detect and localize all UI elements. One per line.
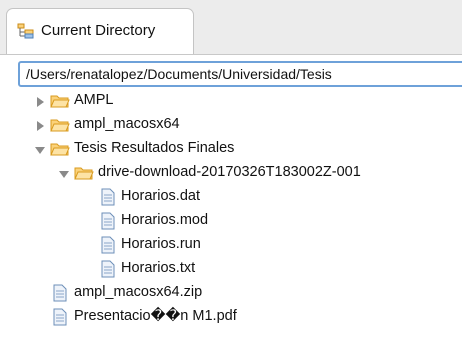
folder-open-icon [50, 141, 70, 157]
view-tab-bar: Current Directory [0, 0, 462, 55]
tree-item-file[interactable]: ampl_macosx64.zip [0, 282, 462, 306]
folder-tree-icon [17, 23, 35, 39]
text-file-icon [53, 308, 67, 326]
text-file-icon [53, 284, 67, 302]
tree-item-label: Horarios.run [121, 236, 201, 252]
tree-item-label: drive-download-20170326T183002Z-001 [98, 164, 361, 180]
folder-icon [50, 117, 70, 133]
expand-arrow-icon[interactable] [34, 95, 46, 107]
text-file-icon [101, 188, 115, 206]
tree-item-folder[interactable]: Tesis Resultados Finales [0, 138, 462, 162]
tree-item-label: Horarios.txt [121, 260, 196, 276]
tab-current-directory[interactable]: Current Directory [6, 8, 194, 54]
tree-item-label: Horarios.dat [121, 188, 200, 204]
path-input[interactable] [26, 66, 456, 82]
collapse-arrow-icon[interactable] [58, 167, 70, 179]
tree-item-file[interactable]: Presentacio��n M1.pdf [0, 306, 462, 330]
tree-item-file[interactable]: Horarios.run [0, 234, 462, 258]
tree-item-file[interactable]: Horarios.mod [0, 210, 462, 234]
text-file-icon [101, 260, 115, 278]
expand-arrow-icon[interactable] [34, 119, 46, 131]
tree-item-label: Horarios.mod [121, 212, 209, 228]
tree-item-folder[interactable]: drive-download-20170326T183002Z-001 [0, 162, 462, 186]
tree-item-file[interactable]: Horarios.txt [0, 258, 462, 282]
tree-item-label: ampl_macosx64 [74, 116, 180, 132]
tree-item-folder[interactable]: ampl_macosx64 [0, 114, 462, 138]
folder-open-icon [74, 165, 94, 181]
tree-item-folder[interactable]: AMPL [0, 90, 462, 114]
tab-label: Current Directory [41, 22, 156, 39]
text-file-icon [101, 236, 115, 254]
path-field[interactable] [18, 61, 462, 87]
tree-item-file[interactable]: Horarios.dat [0, 186, 462, 210]
text-file-icon [101, 212, 115, 230]
folder-icon [50, 93, 70, 109]
collapse-arrow-icon[interactable] [34, 143, 46, 155]
tree-item-label: ampl_macosx64.zip [74, 284, 203, 300]
tree-item-label: Tesis Resultados Finales [74, 140, 235, 156]
tree-item-label: AMPL [74, 92, 114, 108]
tree-item-label: Presentacio��n M1.pdf [74, 308, 237, 324]
